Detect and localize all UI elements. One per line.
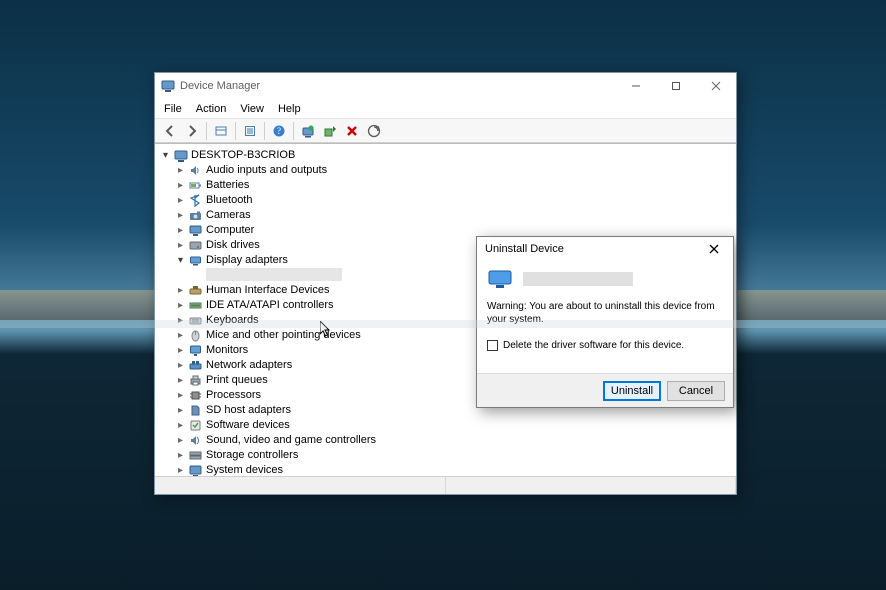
menu-action[interactable]: Action bbox=[189, 101, 234, 117]
forward-button[interactable] bbox=[181, 120, 203, 142]
storage-icon bbox=[188, 448, 203, 463]
delete-driver-checkbox-row[interactable]: Delete the driver software for this devi… bbox=[487, 340, 723, 351]
bluetooth-icon bbox=[188, 193, 203, 208]
battery-icon bbox=[188, 178, 203, 193]
status-bar bbox=[155, 476, 736, 494]
caret-right-icon[interactable] bbox=[174, 286, 187, 296]
tree-item[interactable]: Sound, video and game controllers bbox=[174, 433, 736, 448]
processor-icon bbox=[188, 388, 203, 403]
device-header-row bbox=[487, 267, 723, 291]
caret-down-icon[interactable] bbox=[174, 256, 187, 266]
uninstall-button[interactable]: Uninstall bbox=[603, 381, 661, 401]
caret-down-icon[interactable] bbox=[159, 151, 172, 161]
caret-right-icon[interactable] bbox=[174, 181, 187, 191]
dialog-close-button[interactable] bbox=[695, 237, 733, 261]
caret-right-icon[interactable] bbox=[174, 361, 187, 371]
caret-right-icon[interactable] bbox=[174, 301, 187, 311]
tree-item[interactable]: Software devices bbox=[174, 418, 736, 433]
uninstall-device-dialog: Uninstall Device Warning: You are about … bbox=[476, 236, 734, 408]
menu-view[interactable]: View bbox=[233, 101, 271, 117]
device-manager-icon bbox=[161, 79, 175, 93]
root-label: DESKTOP-B3CRIOB bbox=[191, 150, 295, 161]
system-icon bbox=[188, 463, 203, 476]
scan-hardware-button[interactable] bbox=[363, 120, 385, 142]
camera-icon bbox=[188, 208, 203, 223]
audio-icon bbox=[188, 163, 203, 178]
dialog-footer: Uninstall Cancel bbox=[477, 373, 733, 407]
warning-text: Warning: You are about to uninstall this… bbox=[487, 301, 723, 326]
caret-right-icon[interactable] bbox=[174, 211, 187, 221]
caret-right-icon[interactable] bbox=[174, 436, 187, 446]
caret-right-icon[interactable] bbox=[174, 166, 187, 176]
back-button[interactable] bbox=[159, 120, 181, 142]
checkbox-label: Delete the driver software for this devi… bbox=[503, 340, 684, 351]
caret-right-icon[interactable] bbox=[174, 196, 187, 206]
dialog-title: Uninstall Device bbox=[485, 243, 695, 255]
checkbox-icon[interactable] bbox=[487, 340, 498, 351]
hid-icon bbox=[188, 283, 203, 298]
computer-icon bbox=[188, 223, 203, 238]
properties-button[interactable] bbox=[239, 120, 261, 142]
mouse-icon bbox=[188, 328, 203, 343]
show-all-button[interactable] bbox=[210, 120, 232, 142]
caret-right-icon[interactable] bbox=[174, 331, 187, 341]
sound-icon bbox=[188, 433, 203, 448]
network-icon bbox=[188, 358, 203, 373]
caret-right-icon[interactable] bbox=[174, 241, 187, 251]
caret-right-icon[interactable] bbox=[174, 316, 187, 326]
tree-item[interactable]: Batteries bbox=[174, 178, 736, 193]
uninstall-device-button[interactable] bbox=[341, 120, 363, 142]
monitor-icon bbox=[188, 343, 203, 358]
svg-text:?: ? bbox=[277, 126, 281, 136]
update-driver-button[interactable] bbox=[297, 120, 319, 142]
caret-right-icon[interactable] bbox=[174, 421, 187, 431]
software-icon bbox=[188, 418, 203, 433]
sd-icon bbox=[188, 403, 203, 418]
cancel-button[interactable]: Cancel bbox=[667, 381, 725, 401]
dialog-titlebar[interactable]: Uninstall Device bbox=[477, 237, 733, 261]
maximize-button[interactable] bbox=[656, 73, 696, 99]
printer-icon bbox=[188, 373, 203, 388]
close-button[interactable] bbox=[696, 73, 736, 99]
caret-right-icon[interactable] bbox=[174, 376, 187, 386]
menu-file[interactable]: File bbox=[157, 101, 189, 117]
caret-right-icon[interactable] bbox=[174, 226, 187, 236]
menu-help[interactable]: Help bbox=[271, 101, 308, 117]
menubar: File Action View Help bbox=[155, 99, 736, 118]
keyboard-icon bbox=[188, 313, 203, 328]
caret-right-icon[interactable] bbox=[174, 451, 187, 461]
tree-item[interactable]: Bluetooth bbox=[174, 193, 736, 208]
window-title: Device Manager bbox=[180, 80, 260, 92]
computer-icon bbox=[173, 148, 188, 163]
tree-item[interactable]: Audio inputs and outputs bbox=[174, 163, 736, 178]
ide-icon bbox=[188, 298, 203, 313]
caret-right-icon[interactable] bbox=[174, 466, 187, 476]
display-adapter-icon bbox=[188, 253, 203, 268]
tree-item[interactable]: Cameras bbox=[174, 208, 736, 223]
disk-icon bbox=[188, 238, 203, 253]
minimize-button[interactable] bbox=[616, 73, 656, 99]
display-adapter-icon bbox=[487, 267, 515, 291]
device-name-placeholder bbox=[523, 272, 633, 286]
tree-root[interactable]: DESKTOP-B3CRIOB bbox=[159, 148, 736, 163]
enable-device-button[interactable] bbox=[319, 120, 341, 142]
tree-item[interactable]: Storage controllers bbox=[174, 448, 736, 463]
tree-item[interactable]: System devices bbox=[174, 463, 736, 476]
titlebar[interactable]: Device Manager bbox=[155, 73, 736, 99]
help-button[interactable]: ? bbox=[268, 120, 290, 142]
toolbar: ? bbox=[155, 118, 736, 143]
caret-right-icon[interactable] bbox=[174, 406, 187, 416]
caret-right-icon[interactable] bbox=[174, 346, 187, 356]
caret-right-icon[interactable] bbox=[174, 391, 187, 401]
